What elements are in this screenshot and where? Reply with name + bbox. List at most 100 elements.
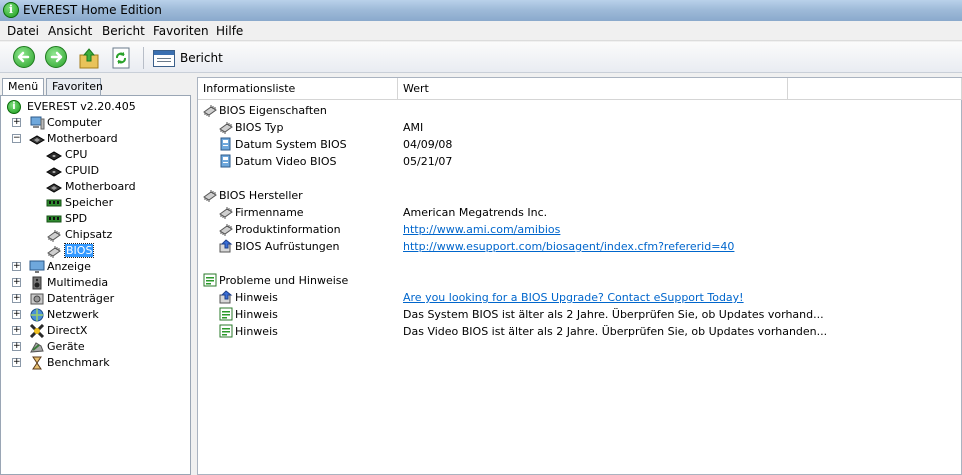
tree-pane[interactable]: i EVEREST v2.20.405 + Computer − Motherboar… — [0, 95, 191, 475]
collapse-icon[interactable]: − — [12, 134, 21, 143]
expand-icon[interactable]: + — [12, 342, 21, 351]
notice-icon — [218, 307, 234, 321]
list-item[interactable]: BIOS Aufrüstungen http://www.esupport.com… — [218, 239, 958, 255]
expand-icon[interactable]: + — [12, 294, 21, 303]
back-icon — [13, 46, 35, 68]
expand-icon[interactable]: + — [12, 326, 21, 335]
tree-item-bios[interactable]: BIOS — [1, 243, 189, 259]
menu-bericht[interactable]: Bericht — [102, 24, 145, 38]
section-header[interactable]: BIOS Hersteller — [202, 188, 942, 204]
menu-favoriten[interactable]: Favoriten — [153, 24, 209, 38]
item-value-link[interactable]: http://www.esupport.com/biosagent/index.… — [403, 240, 734, 253]
list-item[interactable]: BIOS Typ AMI — [218, 120, 958, 136]
cpu-icon — [45, 148, 63, 162]
section-title: BIOS Eigenschaften — [219, 104, 327, 117]
tree-item-motherboard[interactable]: − Motherboard — [1, 131, 189, 147]
computer-icon — [29, 116, 45, 130]
report-button-label[interactable]: Bericht — [180, 51, 223, 65]
up-button[interactable] — [77, 46, 101, 70]
forward-button[interactable] — [45, 46, 69, 70]
tree-item-anzeige[interactable]: + Anzeige — [1, 259, 189, 275]
back-button[interactable] — [13, 46, 37, 70]
list-item[interactable]: Hinweis Are you looking for a BIOS Upgrad… — [218, 290, 958, 306]
list-item[interactable]: Hinweis Das System BIOS ist älter als 2 J… — [218, 307, 958, 323]
motherboard-icon — [45, 180, 63, 194]
tree-root[interactable]: i EVEREST v2.20.405 — [7, 99, 187, 115]
menu-datei[interactable]: Datei — [7, 24, 39, 38]
hourglass-icon — [29, 356, 45, 370]
expand-icon[interactable]: + — [12, 278, 21, 287]
menu-hilfe[interactable]: Hilfe — [216, 24, 243, 38]
tree-item-label: SPD — [65, 212, 88, 225]
menu-ansicht[interactable]: Ansicht — [48, 24, 92, 38]
tree-item-label: Datenträger — [47, 292, 115, 305]
disk-icon — [29, 292, 45, 306]
tree-item-ger-te[interactable]: + Geräte — [1, 339, 189, 355]
tree-item-label: Anzeige — [47, 260, 91, 273]
forward-icon — [45, 46, 67, 68]
tab-favorites[interactable]: Favoriten — [46, 78, 103, 96]
section-header[interactable]: Probleme und Hinweise — [202, 273, 942, 289]
column-header-name[interactable]: Informationsliste — [198, 78, 398, 100]
tree-item-motherboard[interactable]: Motherboard — [1, 179, 189, 195]
tree-item-benchmark[interactable]: + Benchmark — [1, 355, 189, 371]
notice-icon — [218, 324, 234, 338]
upgrade-icon — [218, 239, 234, 253]
calendar-icon — [218, 137, 234, 151]
tree-item-netzwerk[interactable]: + Netzwerk — [1, 307, 189, 323]
expand-icon[interactable]: + — [12, 118, 21, 127]
item-name: Hinweis — [235, 291, 278, 304]
item-value-link[interactable]: http://www.ami.com/amibios — [403, 223, 560, 236]
expand-icon[interactable]: + — [12, 310, 21, 319]
item-name: Datum Video BIOS — [235, 155, 337, 168]
tree-item-multimedia[interactable]: + Multimedia — [1, 275, 189, 291]
menu-bar: Datei Ansicht Bericht Favoriten Hilfe — [0, 21, 962, 41]
chip-icon — [46, 228, 62, 242]
section-header[interactable]: BIOS Eigenschaften — [202, 103, 942, 119]
tree-item-spd[interactable]: SPD — [1, 211, 189, 227]
tree-item-cpu[interactable]: CPU — [1, 147, 189, 163]
tree-item-label: Chipsatz — [65, 228, 113, 241]
expand-icon[interactable]: + — [12, 262, 21, 271]
list-item[interactable]: Produktinformation http://www.ami.com/ami… — [218, 222, 958, 238]
tree-item-datentr-ger[interactable]: + Datenträger — [1, 291, 189, 307]
tree-item-directx[interactable]: + DirectX — [1, 323, 189, 339]
item-name: Hinweis — [235, 308, 278, 321]
up-icon — [79, 48, 99, 69]
everest-app-icon: i — [3, 2, 19, 18]
item-name: Firmenname — [235, 206, 304, 219]
network-icon — [29, 308, 45, 322]
column-header-filler — [788, 78, 962, 100]
refresh-button[interactable] — [109, 46, 133, 70]
tree-item-label: Motherboard — [65, 180, 136, 193]
item-value: Das Video BIOS ist älter als 2 Jahre. Üb… — [403, 325, 828, 338]
toolbar — [0, 42, 962, 73]
cpu-icon — [45, 164, 63, 178]
memory-icon — [46, 212, 62, 226]
tree-item-label: Benchmark — [47, 356, 110, 369]
tree-item-chipsatz[interactable]: Chipsatz — [1, 227, 189, 243]
toolbar-separator — [143, 47, 144, 69]
title-bar: i EVEREST Home Edition — [0, 0, 962, 21]
chip-icon — [218, 205, 234, 219]
tree-item-label: BIOS — [63, 243, 95, 258]
tree-item-speicher[interactable]: Speicher — [1, 195, 189, 211]
expand-icon[interactable]: + — [12, 358, 21, 367]
item-value: 04/09/08 — [403, 138, 453, 151]
list-item[interactable]: Hinweis Das Video BIOS ist älter als 2 Ja… — [218, 324, 958, 340]
item-value-link[interactable]: Are you looking for a BIOS Upgrade? Cont… — [403, 291, 744, 304]
everest-icon: i — [7, 100, 21, 114]
info-list-pane[interactable]: Informationsliste Wert BIOS Eigenschafte… — [197, 77, 962, 475]
column-header-value[interactable]: Wert — [398, 78, 788, 100]
list-item[interactable]: Datum Video BIOS 05/21/07 — [218, 154, 958, 170]
directx-icon — [29, 323, 45, 339]
list-item[interactable]: Datum System BIOS 04/09/08 — [218, 137, 958, 153]
tree-item-cpuid[interactable]: CPUID — [1, 163, 189, 179]
list-item[interactable]: Firmenname American Megatrends Inc. — [218, 205, 958, 221]
tree-item-label: Netzwerk — [47, 308, 99, 321]
report-icon[interactable] — [153, 50, 175, 67]
item-value: 05/21/07 — [403, 155, 453, 168]
tree-item-computer[interactable]: + Computer — [1, 115, 189, 131]
speaker-icon — [29, 276, 45, 290]
refresh-icon — [112, 47, 130, 69]
